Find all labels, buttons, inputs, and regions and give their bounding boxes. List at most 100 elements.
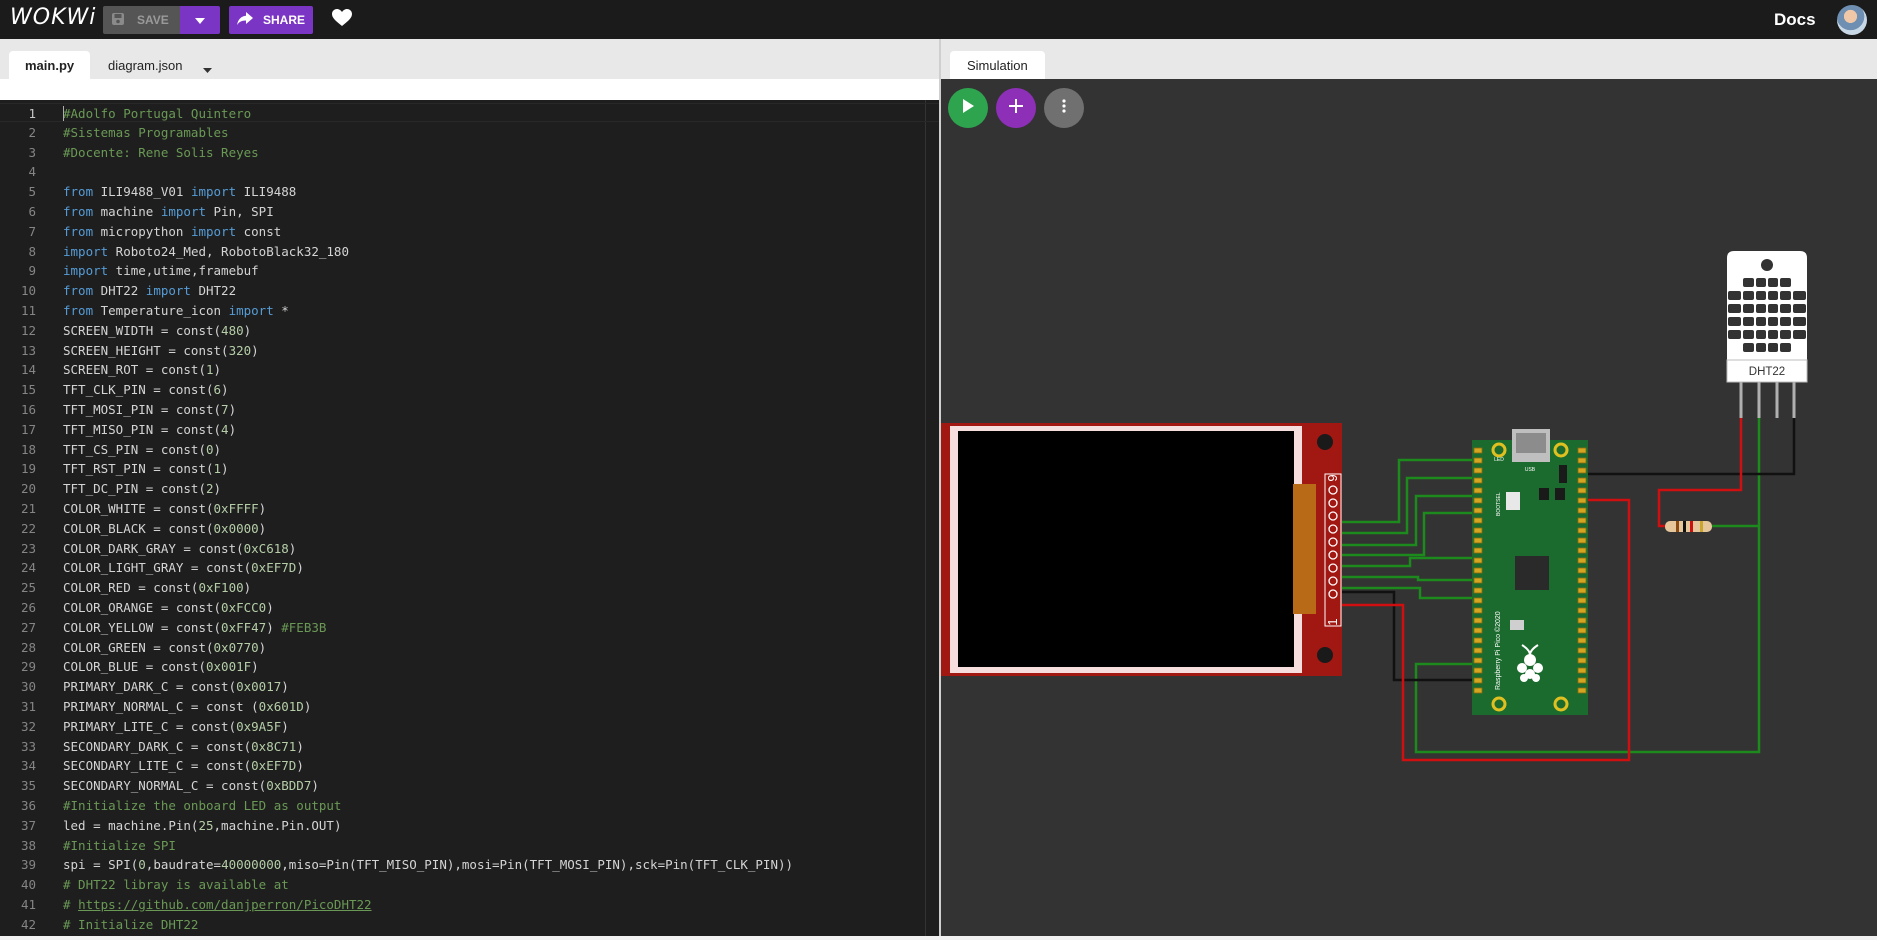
code-line[interactable]: 14 SCREEN_ROT = const(1) (0, 360, 939, 379)
code-text: COLOR_ORANGE = const(0xFCC0) (63, 600, 274, 615)
code-line[interactable]: 8 import Roboto24_Med, RobotoBlack32_180 (0, 242, 939, 261)
code-line[interactable]: 7 from micropython import const (0, 222, 939, 241)
line-number: 11 (20, 303, 36, 318)
line-number: 28 (20, 639, 36, 655)
editor-tab-bar: main.py diagram.json (0, 39, 939, 79)
line-number: 38 (20, 837, 36, 853)
line-number: 31 (20, 699, 36, 714)
code-line[interactable]: 36 #Initialize the onboard LED as output (0, 796, 939, 815)
code-line[interactable]: 11 from Temperature_icon import * (0, 301, 939, 320)
code-line[interactable]: 39 spi = SPI(0,baudrate=40000000,miso=Pin… (0, 855, 939, 874)
line-number: 18 (20, 441, 36, 457)
code-text: PRIMARY_LITE_C = const(0x9A5F) (63, 718, 289, 734)
line-number: 3 (28, 144, 36, 160)
tab-menu-caret-icon[interactable] (203, 60, 212, 78)
code-line[interactable]: 30 PRIMARY_DARK_C = const(0x0017) (0, 677, 939, 696)
line-number: 4 (28, 164, 36, 180)
code-line[interactable]: 24 COLOR_LIGHT_GRAY = const(0xEF7D) (0, 558, 939, 577)
code-line[interactable]: 32 PRIMARY_LITE_C = const(0x9A5F) (0, 717, 939, 736)
code-line[interactable]: 1 #Adolfo Portugal Quintero (0, 103, 939, 122)
code-line[interactable]: 19 TFT_RST_PIN = const(1) (0, 459, 939, 478)
code-line[interactable]: 20 TFT_DC_PIN = const(2) (0, 479, 939, 498)
simulation-canvas[interactable]: 9 1 LED USB BOOTSEL Raspberry Pi Pico ©2… (941, 79, 1877, 936)
save-button[interactable]: SAVE (103, 6, 180, 34)
code-line[interactable]: 15 TFT_CLK_PIN = const(6) (0, 380, 939, 399)
raspberry-pi-pico[interactable]: LED USB BOOTSEL Raspberry Pi Pico ©2020 (1472, 429, 1588, 715)
line-number: 29 (20, 659, 36, 675)
code-line[interactable]: 6 from machine import Pin, SPI (0, 202, 939, 221)
pico-usb-label: USB (1525, 467, 1536, 473)
code-text: COLOR_WHITE = const(0xFFFF) (63, 501, 267, 516)
code-line[interactable]: 38 #Initialize SPI (0, 836, 939, 855)
code-text: COLOR_YELLOW = const(0xFF47) #FEB3B (63, 619, 327, 635)
code-line[interactable]: 23 COLOR_DARK_GRAY = const(0xC618) (0, 539, 939, 558)
code-line[interactable]: 31 PRIMARY_NORMAL_C = const (0x601D) (0, 697, 939, 716)
code-line[interactable]: 25 COLOR_RED = const(0xF100) (0, 578, 939, 597)
code-text: #Docente: Rene Solis Reyes (63, 144, 259, 160)
code-line[interactable]: 37 led = machine.Pin(25,machine.Pin.OUT) (0, 816, 939, 835)
docs-link[interactable]: Docs (1774, 10, 1816, 30)
line-number: 19 (20, 461, 36, 477)
share-button[interactable]: SHARE (229, 6, 313, 34)
code-text: from Temperature_icon import * (63, 303, 289, 318)
code-text: COLOR_GREEN = const(0x0770) (63, 639, 267, 655)
heart-icon[interactable] (332, 9, 352, 32)
code-line[interactable]: 2 #Sistemas Programables (0, 123, 939, 142)
code-text: COLOR_DARK_GRAY = const(0xC618) (63, 540, 297, 556)
code-text: SCREEN_HEIGHT = const(320) (63, 342, 259, 358)
bootsel-button[interactable] (1506, 492, 1520, 510)
save-options-dropdown[interactable] (180, 6, 220, 34)
line-number: 1 (28, 106, 36, 121)
code-line[interactable]: 5 from ILI9488_V01 import ILI9488 (0, 182, 939, 201)
code-line[interactable]: 27 COLOR_YELLOW = const(0xFF47) #FEB3B (0, 618, 939, 637)
code-line[interactable]: 26 COLOR_ORANGE = const(0xFCC0) (0, 598, 939, 617)
code-line[interactable]: 22 COLOR_BLACK = const(0x0000) (0, 519, 939, 538)
code-line[interactable]: 21 COLOR_WHITE = const(0xFFFF) (0, 499, 939, 518)
avatar[interactable] (1837, 5, 1867, 35)
code-line[interactable]: 40 # DHT22 libray is available at (0, 875, 939, 894)
code-line[interactable]: 4 (0, 162, 939, 181)
code-line[interactable]: 13 SCREEN_HEIGHT = const(320) (0, 341, 939, 360)
code-line[interactable]: 18 TFT_CS_PIN = const(0) (0, 440, 939, 459)
code-line[interactable]: 28 COLOR_GREEN = const(0x0770) (0, 638, 939, 657)
line-number: 6 (28, 204, 36, 219)
tab-diagram-json[interactable]: diagram.json (92, 51, 198, 79)
code-line[interactable]: 12 SCREEN_WIDTH = const(480) (0, 321, 939, 340)
tft-display[interactable]: 9 1 (941, 423, 1342, 676)
code-text: COLOR_RED = const(0xF100) (63, 580, 252, 596)
code-line[interactable]: 16 TFT_MOSI_PIN = const(7) (0, 400, 939, 419)
code-text: #Adolfo Portugal Quintero (63, 106, 252, 121)
line-number: 7 (28, 223, 36, 239)
line-number: 40 (20, 877, 36, 893)
code-text: SECONDARY_DARK_C = const(0x8C71) (63, 738, 304, 754)
code-text: import Roboto24_Med, RobotoBlack32_180 (63, 243, 349, 259)
tab-main-py[interactable]: main.py (9, 51, 91, 79)
tab-simulation[interactable]: Simulation (950, 51, 1045, 79)
code-line[interactable]: 35 SECONDARY_NORMAL_C = const(0xBDD7) (0, 776, 939, 795)
code-text: PRIMARY_NORMAL_C = const (0x601D) (63, 699, 312, 714)
line-number: 25 (20, 580, 36, 596)
code-line[interactable]: 34 SECONDARY_LITE_C = const(0xEF7D) (0, 756, 939, 775)
code-line[interactable]: 9 import time,utime,framebuf (0, 261, 939, 280)
code-editor[interactable]: 1 #Adolfo Portugal Quintero 2 #Sistemas Pro… (0, 100, 939, 936)
line-number: 32 (20, 718, 36, 734)
code-line[interactable]: 29 COLOR_BLUE = const(0x001F) (0, 657, 939, 676)
code-text: COLOR_BLACK = const(0x0000) (63, 520, 267, 536)
code-line[interactable]: 33 SECONDARY_DARK_C = const(0x8C71) (0, 737, 939, 756)
resistor[interactable] (1665, 521, 1712, 532)
code-line[interactable]: 3 #Docente: Rene Solis Reyes (0, 143, 939, 162)
code-line[interactable]: 17 TFT_MISO_PIN = const(4) (0, 420, 939, 439)
wokwi-logo[interactable]: WOKWi (10, 5, 96, 30)
line-number: 12 (20, 322, 36, 338)
code-line[interactable]: 41 # https://github.com/danjperron/PicoDH… (0, 895, 939, 914)
code-text: led = machine.Pin(25,machine.Pin.OUT) (63, 817, 342, 833)
code-text: #Initialize the onboard LED as output (63, 798, 342, 813)
dht22-sensor[interactable]: DHT22 (1726, 251, 1808, 418)
rp2040-chip (1515, 556, 1549, 590)
code-line[interactable]: 10 from DHT22 import DHT22 (0, 281, 939, 300)
code-line[interactable]: 42 # Initialize DHT22 (0, 915, 939, 934)
code-text: TFT_CS_PIN = const(0) (63, 441, 222, 457)
line-number: 42 (20, 916, 36, 932)
code-text: #Initialize SPI (63, 837, 176, 853)
code-text: SCREEN_WIDTH = const(480) (63, 322, 252, 338)
